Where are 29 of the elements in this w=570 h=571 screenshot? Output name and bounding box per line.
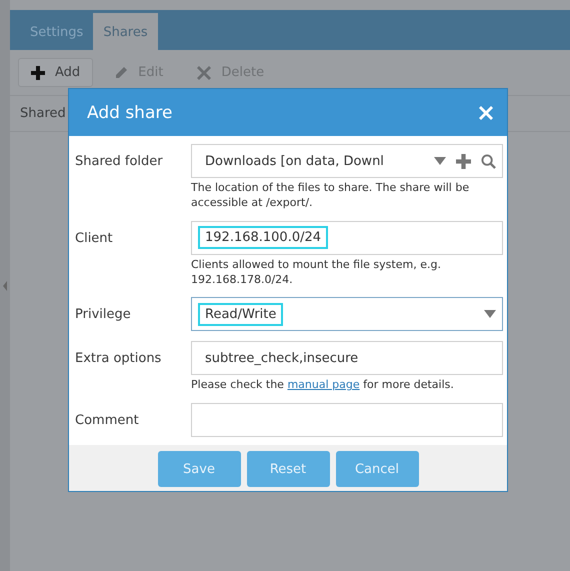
search-icon[interactable] [481,154,496,168]
help-text: Please check the manual page for more details. [191,378,455,394]
field-label: Extra options [75,350,162,366]
dialog-button[interactable]: Save [158,451,240,488]
close-icon [197,66,212,80]
close-icon[interactable] [479,106,493,120]
field-label: Privilege [75,306,132,322]
tab[interactable]: Shares [93,13,158,50]
manual-link[interactable]: manual page [287,378,360,392]
caret-icon [434,157,446,165]
dropdown[interactable]: Read/Write [191,297,503,332]
pencil-icon [114,66,128,80]
input-field[interactable] [191,403,503,438]
dialog-title: Add share [87,102,172,122]
plus-icon[interactable] [456,154,471,168]
help-text: The location of the files to share. The share will be accessible at /export/. [191,181,470,211]
caret-icon [484,310,496,318]
help-text: Clients allowed to mount the file system, e.g. 192.168.178.0/24. [191,258,442,288]
toolbar-button[interactable]: Add [18,58,94,87]
field-label: Comment [75,412,140,428]
dialog-button[interactable]: Reset [246,451,330,488]
input-field[interactable]: subtree_check,insecure [191,341,503,376]
dialog-button[interactable]: Cancel [336,451,418,488]
plus-icon [31,66,45,80]
field-label: Shared folder [75,153,164,169]
dropdown[interactable]: Downloads [on data, Downl [191,144,503,178]
input-field[interactable]: 192.168.100.0/24 [191,220,503,255]
field-label: Client [75,230,114,246]
tab[interactable]: Settings [20,13,94,50]
